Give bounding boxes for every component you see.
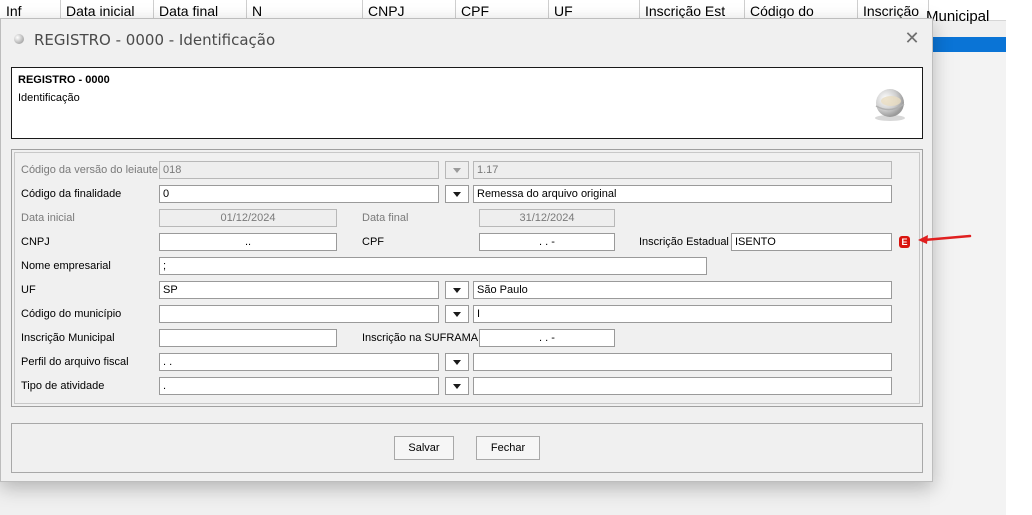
versao-description: 1.17: [473, 161, 892, 179]
annotation-arrow-icon: [918, 234, 972, 244]
versao-field: 018: [159, 161, 439, 179]
inscricao-estadual-field[interactable]: ISENTO: [731, 233, 892, 251]
dialog-title: REGISTRO - 0000 - Identificação: [34, 31, 276, 49]
cpf-label: CPF: [362, 236, 384, 248]
bg-selected-row[interactable]: [930, 37, 1008, 52]
registro-0000-dialog: REGISTRO - 0000 - Identificação ✕ REGIST…: [0, 18, 972, 482]
atividade-field[interactable]: .: [159, 377, 439, 395]
inscricao-municipal-label: Inscrição Municipal: [21, 332, 115, 344]
bg-column-header[interactable]: CPF: [456, 0, 549, 20]
finalidade-description[interactable]: Remessa do arquivo original: [473, 185, 892, 203]
uf-label: UF: [21, 284, 36, 296]
uf-description[interactable]: São Paulo: [473, 281, 892, 299]
data-final-label: Data final: [362, 212, 409, 224]
bg-column-municipal-label: Municipal: [926, 8, 990, 25]
bg-column-header[interactable]: CNPJ: [363, 0, 456, 20]
record-title: REGISTRO - 0000: [18, 74, 110, 86]
dialog-titlebar[interactable]: REGISTRO - 0000 - Identificação ✕: [1, 19, 932, 59]
background-scroll-area: [1006, 20, 1032, 515]
data-inicial-field: 01/12/2024: [159, 209, 337, 227]
perfil-description[interactable]: [473, 353, 892, 371]
bg-column-header[interactable]: Inf: [0, 0, 61, 20]
background-area: [930, 52, 1006, 515]
nome-empresarial-label: Nome empresarial: [21, 260, 111, 272]
form-panel: Código da versão do leiaute 018 1.17 Cód…: [11, 149, 972, 407]
chevron-down-icon: [453, 360, 461, 365]
finalidade-dropdown[interactable]: [445, 185, 469, 203]
chevron-down-icon: [453, 312, 461, 317]
bg-column-header[interactable]: UF: [549, 0, 640, 20]
uf-field[interactable]: SP: [159, 281, 439, 299]
versao-dropdown: [445, 161, 469, 179]
bg-column-header[interactable]: Data inicial: [61, 0, 154, 20]
chevron-down-icon: [453, 168, 461, 173]
data-inicial-label: Data inicial: [21, 212, 75, 224]
data-final-field: 31/12/2024: [479, 209, 615, 227]
record-header-panel: REGISTRO - 0000 Identificação: [11, 67, 923, 139]
atividade-dropdown[interactable]: [445, 377, 469, 395]
cnpj-field[interactable]: ..: [159, 233, 337, 251]
perfil-field[interactable]: . .: [159, 353, 439, 371]
uf-dropdown[interactable]: [445, 281, 469, 299]
bg-column-header[interactable]: Inscrição: [858, 0, 929, 20]
chevron-down-icon: [453, 192, 461, 197]
municipio-label: Código do município: [21, 308, 122, 320]
municipio-description[interactable]: I: [473, 305, 892, 323]
atividade-label: Tipo de atividade: [21, 380, 105, 392]
record-subtitle: Identificação: [18, 92, 80, 104]
bg-column-header[interactable]: Inscrição Est: [640, 0, 745, 20]
inscricao-estadual-label: Inscrição Estadual: [639, 236, 729, 248]
cpf-field[interactable]: . . -: [479, 233, 615, 251]
municipio-dropdown[interactable]: [445, 305, 469, 323]
bg-column-header[interactable]: N: [247, 0, 363, 20]
suframa-field[interactable]: . . -: [479, 329, 615, 347]
chevron-down-icon: [453, 288, 461, 293]
close-dialog-button[interactable]: Fechar: [476, 436, 540, 460]
sped-globe-logo-icon: [875, 89, 905, 121]
cnpj-label: CNPJ: [21, 236, 50, 248]
versao-label: Código da versão do leiaute: [21, 164, 158, 176]
bg-column-header[interactable]: Data final: [154, 0, 247, 20]
perfil-label: Perfil do arquivo fiscal: [21, 356, 129, 368]
atividade-description[interactable]: [473, 377, 892, 395]
finalidade-label: Código da finalidade: [21, 188, 122, 200]
bg-column-header[interactable]: Código do: [745, 0, 858, 20]
municipio-field[interactable]: [159, 305, 439, 323]
inscricao-municipal-field[interactable]: [159, 329, 337, 347]
error-icon[interactable]: E: [899, 236, 910, 248]
finalidade-field[interactable]: 0: [159, 185, 439, 203]
app-icon: [14, 34, 24, 44]
perfil-dropdown[interactable]: [445, 353, 469, 371]
nome-empresarial-field[interactable]: ;: [159, 257, 707, 275]
chevron-down-icon: [453, 384, 461, 389]
button-panel: Salvar Fechar: [11, 423, 923, 473]
close-button[interactable]: ✕: [899, 27, 925, 51]
suframa-label: Inscrição na SUFRAMA: [362, 332, 479, 344]
save-button[interactable]: Salvar: [394, 436, 454, 460]
